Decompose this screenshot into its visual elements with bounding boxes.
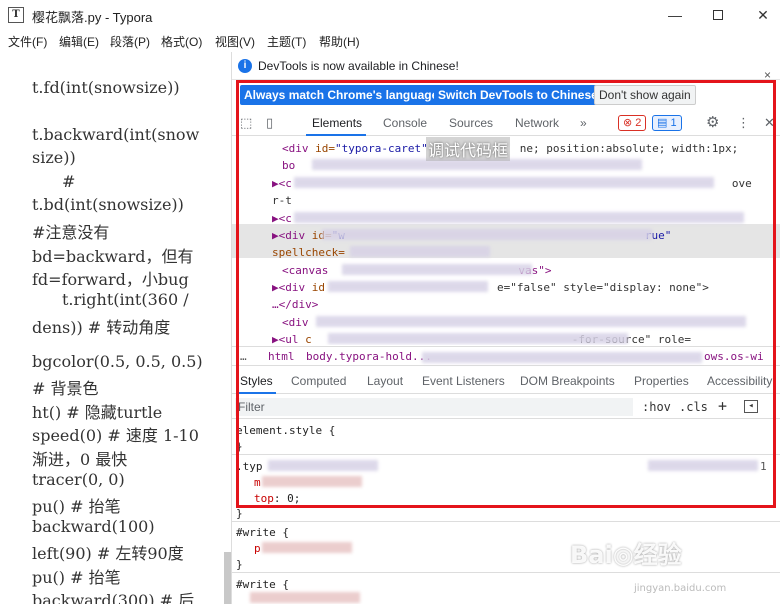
code-line[interactable]: left(90) # 左转90度 — [32, 540, 184, 564]
infobar-message: DevTools is now available in Chinese! — [258, 59, 459, 73]
code-line[interactable]: pu() # 抬笔 — [32, 564, 121, 588]
menu-view[interactable]: 视图(V) — [215, 33, 255, 50]
window-title: 樱花飘落.py - Typora — [32, 10, 153, 25]
menu-file[interactable]: 文件(F) — [8, 33, 47, 50]
code-line[interactable]: ht() # 隐藏turtle — [32, 399, 162, 423]
menu-theme[interactable]: 主题(T) — [267, 33, 306, 50]
code-line[interactable]: t.backward(int(snow — [32, 125, 199, 144]
code-line[interactable]: size)) — [32, 148, 76, 167]
code-line[interactable]: tracer(0, 0) — [32, 470, 125, 489]
code-line[interactable]: # — [62, 172, 75, 191]
style-rule-brace: } — [236, 558, 243, 571]
close-button[interactable]: ✕ — [748, 4, 778, 26]
code-line[interactable]: pu() # 抬笔 — [32, 493, 121, 517]
code-line[interactable]: t.right(int(360 / — [62, 290, 189, 309]
menu-paragraph[interactable]: 段落(P) — [110, 33, 150, 50]
style-property[interactable]: p — [254, 542, 261, 555]
menu-edit[interactable]: 编辑(E) — [59, 33, 99, 50]
code-line[interactable]: t.bd(int(snowsize)) — [32, 195, 184, 214]
typora-app-icon: T — [8, 7, 24, 23]
menu-bar: 文件(F) 编辑(E) 段落(P) 格式(O) 视图(V) 主题(T) 帮助(H… — [0, 30, 780, 52]
code-line[interactable]: speed(0) # 速度 1-10 — [32, 422, 199, 446]
language-infobar: i DevTools is now available in Chinese! … — [232, 52, 780, 82]
code-line[interactable]: fd=forward，小bug — [32, 266, 189, 290]
watermark-url: jingyan.baidu.com — [634, 583, 727, 594]
code-line[interactable]: backward(300) # 后 — [32, 587, 194, 604]
editor-pane[interactable]: t.fd(int(snowsize)) t.backward(int(snow … — [0, 52, 232, 604]
code-line[interactable]: bd=backward，但有 — [32, 243, 193, 267]
menu-format[interactable]: 格式(O) — [161, 33, 202, 50]
code-line[interactable]: bgcolor(0.5, 0.5, 0.5) — [32, 352, 203, 371]
title-bar: T 樱花飘落.py - Typora — ✕ — [0, 0, 780, 30]
editor-scrollbar[interactable] — [224, 552, 231, 604]
style-rule-selector[interactable]: #write { — [236, 578, 289, 591]
code-line[interactable]: # 背景色 — [32, 375, 99, 399]
code-line[interactable]: dens)) # 转动角度 — [32, 314, 170, 338]
code-line[interactable]: #注意没有 — [32, 219, 109, 243]
debug-panel-highlight-box — [236, 80, 776, 508]
maximize-icon — [713, 10, 723, 20]
style-rule-brace: } — [236, 507, 243, 520]
style-rule-selector[interactable]: #write { — [236, 526, 289, 539]
code-line[interactable]: t.fd(int(snowsize)) — [32, 78, 180, 97]
baidu-jingyan-watermark: Bai◎经验 — [570, 541, 682, 569]
maximize-button[interactable] — [703, 4, 733, 26]
code-line[interactable]: backward(100) — [32, 517, 155, 536]
menu-help[interactable]: 帮助(H) — [319, 33, 360, 50]
minimize-button[interactable]: — — [660, 4, 690, 26]
code-line[interactable]: 渐进，0 最快 — [32, 446, 127, 470]
info-icon: i — [238, 59, 252, 73]
